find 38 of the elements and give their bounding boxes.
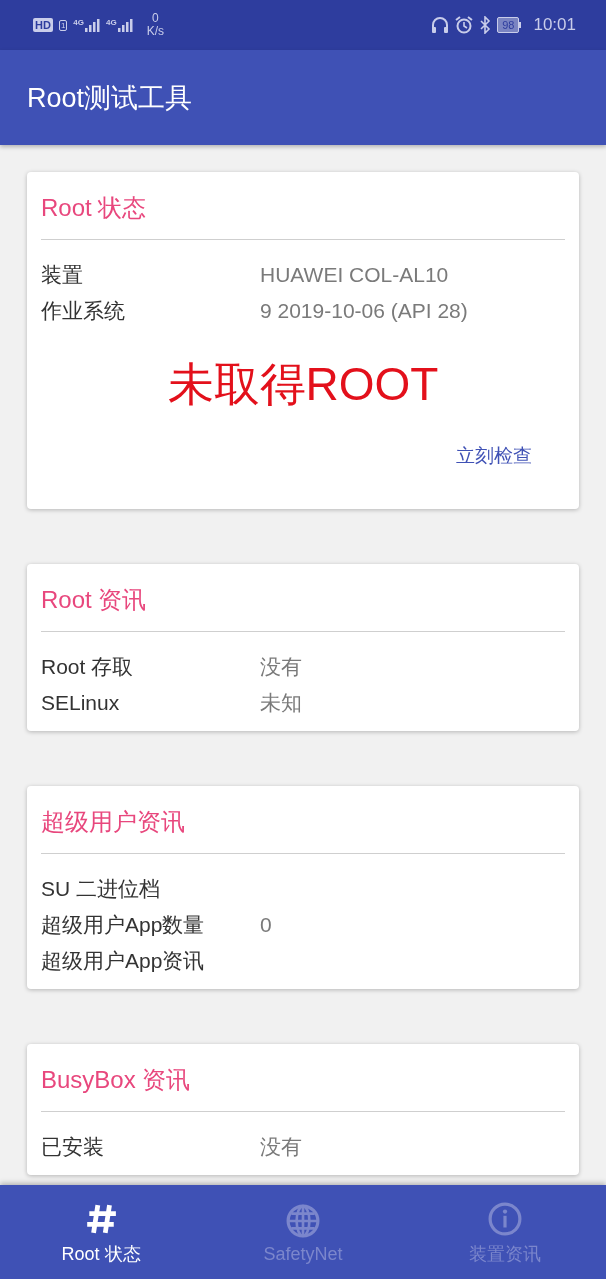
info-value: 没有 — [260, 654, 302, 680]
info-value: HUAWEI COL-AL10 — [260, 263, 449, 287]
root-status-text: 未取得ROOT — [167, 358, 439, 410]
bluetooth-icon — [479, 16, 492, 34]
card-title: Root 状态 — [41, 192, 147, 223]
info-label: 装置 — [41, 262, 84, 288]
battery-indicator: 98 — [497, 17, 522, 33]
info-label: 超级用户App资讯 — [41, 948, 206, 974]
clock-time: 10:01 — [533, 15, 576, 35]
check-now-link[interactable]: 立刻检查 — [456, 443, 532, 469]
nav-tab[interactable]: Root 状态 — [0, 1185, 202, 1279]
card-title: BusyBox 资讯 — [41, 1064, 191, 1095]
alarm-icon — [455, 16, 474, 34]
info-label: 超级用户App数量 — [41, 912, 206, 938]
info-label: 已安装 — [41, 1134, 105, 1160]
network-speed-unit: K/s — [146, 25, 165, 38]
info-value: 未知 — [260, 690, 302, 716]
network-type-label: 4G — [73, 18, 84, 27]
hash-icon — [84, 1202, 118, 1236]
app-title: Root测试工具 — [27, 81, 193, 115]
info-icon — [488, 1202, 522, 1236]
info-value: 没有 — [260, 1134, 302, 1160]
hd-badge: HD — [33, 18, 53, 32]
info-label: 作业系统 — [41, 298, 126, 324]
globe-icon — [286, 1203, 320, 1238]
card-title: 超级用户资讯 — [41, 806, 185, 837]
info-value: 9 2019-10-06 (API 28) — [260, 299, 468, 323]
sim-badge: 1 — [58, 19, 68, 31]
headphones-icon — [431, 16, 450, 34]
network-type-label: 4G — [106, 18, 117, 27]
info-label: SU 二进位档 — [41, 876, 161, 902]
network-speed-value: 0 — [152, 12, 159, 25]
signal-icon — [117, 18, 133, 32]
signal-icon — [85, 18, 100, 32]
info-label: SELinux — [41, 691, 121, 715]
card-title: Root 资讯 — [41, 584, 147, 615]
info-value: 0 — [260, 913, 272, 937]
info-label: Root 存取 — [41, 654, 135, 680]
